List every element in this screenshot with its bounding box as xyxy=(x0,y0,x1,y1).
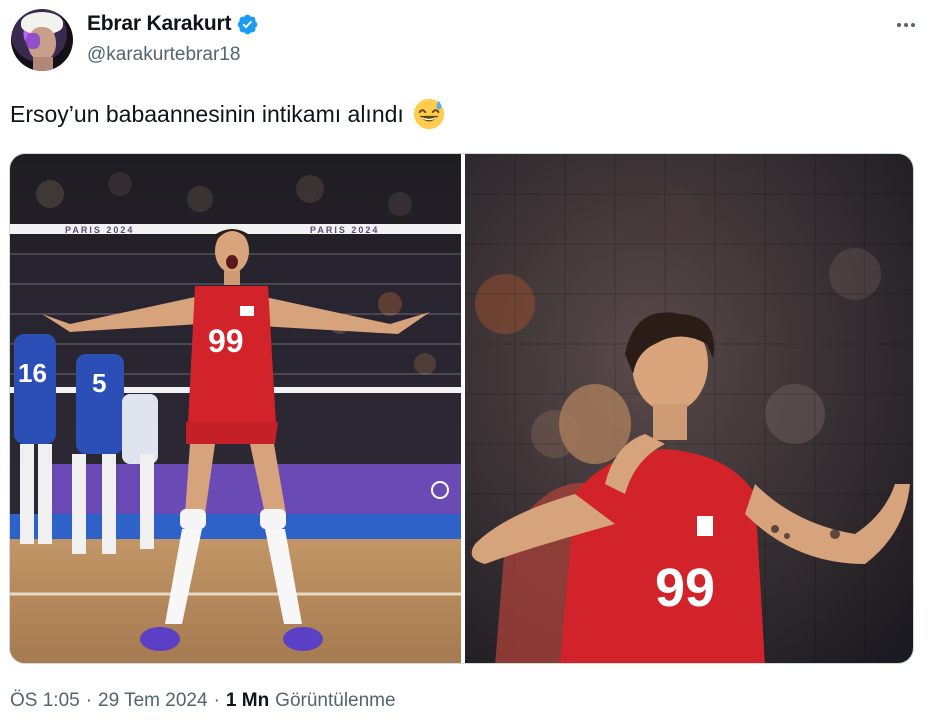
tweet-header: Ebrar Karakurt @karakurtebrar18 xyxy=(11,9,921,73)
verified-badge-icon xyxy=(237,14,258,34)
svg-text:PARIS 2024: PARIS 2024 xyxy=(310,225,379,235)
net-banner-text: PARIS 2024 xyxy=(65,225,134,235)
photo-player-celebrating[interactable]: PARIS 2024 PARIS 2024 16 5 99 xyxy=(10,154,461,663)
more-horizontal-icon xyxy=(897,23,901,27)
jersey-number-99-closeup: 99 xyxy=(655,558,715,618)
meta-separator: · xyxy=(213,690,220,711)
photo-left-image: PARIS 2024 PARIS 2024 16 5 99 xyxy=(10,154,461,663)
meta-separator: · xyxy=(85,690,93,711)
photo-player-closeup[interactable]: 99 xyxy=(465,154,913,663)
grinning-face-with-sweat-icon xyxy=(413,98,444,130)
views-count: 1 Mn xyxy=(225,690,270,711)
opponent-number-5: 5 xyxy=(92,368,106,398)
tweet-text-content: Ersoy’un babaannesinin intikamı alındı xyxy=(10,101,404,127)
avatar[interactable] xyxy=(11,9,73,71)
tweet-media[interactable]: PARIS 2024 PARIS 2024 16 5 99 99 xyxy=(9,153,914,664)
views-label: Görüntülenme xyxy=(275,690,396,711)
author-display-name[interactable]: Ebrar Karakurt xyxy=(87,12,231,36)
opponent-number-16: 16 xyxy=(18,358,47,388)
photo-right-image: 99 xyxy=(465,154,913,663)
more-options-button[interactable] xyxy=(891,13,921,37)
jersey-number-99: 99 xyxy=(208,323,244,359)
tweet-date[interactable]: 29 Tem 2024 xyxy=(98,690,208,712)
tweet-meta: ÖS 1:05 · 29 Tem 2024 · 1 Mn Görüntülenm… xyxy=(10,690,396,712)
author-handle[interactable]: @karakurtebrar18 xyxy=(87,44,240,66)
tweet-text: Ersoy’un babaannesinin intikamı alındı xyxy=(10,97,446,131)
author-name-row[interactable]: Ebrar Karakurt xyxy=(87,12,259,36)
tweet-time[interactable]: ÖS 1:05 xyxy=(10,690,80,712)
